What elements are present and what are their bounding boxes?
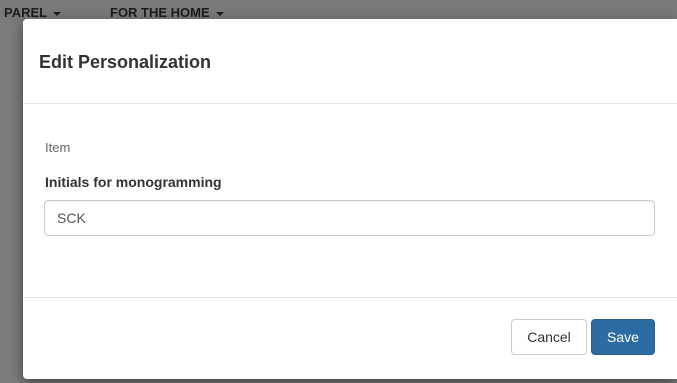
modal-footer: Cancel Save — [23, 297, 677, 380]
cancel-button[interactable]: Cancel — [511, 319, 587, 355]
monogram-field-label: Initials for monogramming — [45, 174, 222, 190]
monogram-initials-input[interactable] — [44, 200, 655, 236]
background-nav-label: FOR THE HOME — [110, 5, 210, 20]
caret-down-icon — [215, 11, 224, 16]
item-label: Item — [45, 140, 71, 155]
background-nav-item: FOR THE HOME — [110, 5, 224, 20]
modal-header: Edit Personalization — [23, 19, 677, 104]
modal-body: Item Initials for monogramming — [23, 104, 677, 297]
modal-title: Edit Personalization — [39, 52, 212, 72]
save-button[interactable]: Save — [591, 319, 655, 355]
edit-personalization-modal: Edit Personalization Item Initials for m… — [23, 19, 677, 379]
background-nav-item: PAREL — [4, 5, 62, 20]
background-nav-label: PAREL — [4, 5, 48, 20]
background-left-strip — [0, 22, 24, 383]
caret-down-icon — [53, 11, 62, 16]
